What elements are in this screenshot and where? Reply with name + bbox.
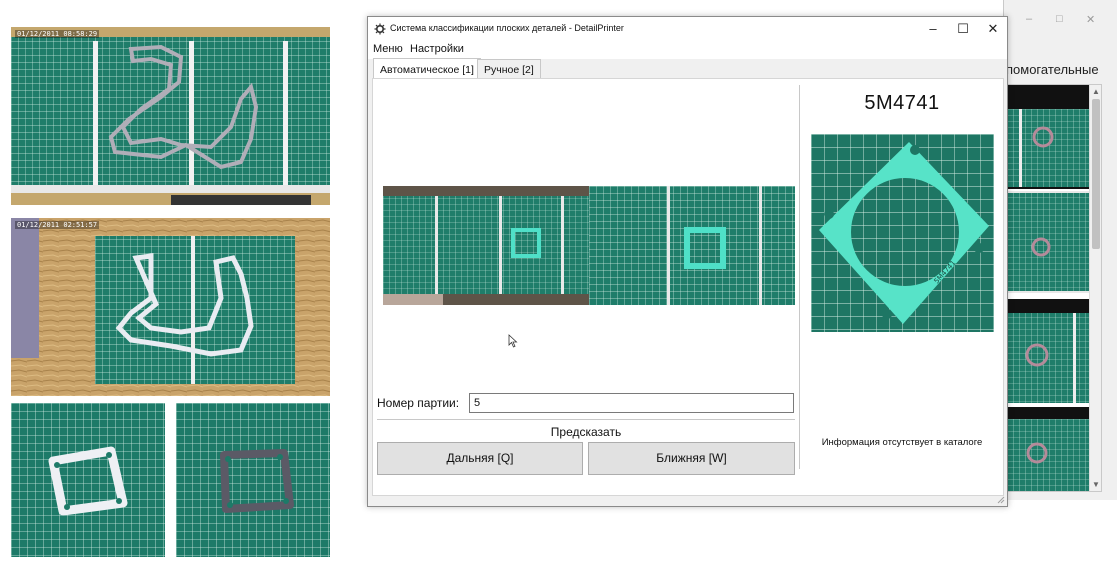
photo-gasket-large-wood: 01/12/2011 02:51:57 xyxy=(11,218,330,396)
bg-scrollbar[interactable]: ▲ ▼ xyxy=(1089,85,1101,491)
status-bar xyxy=(368,496,1007,506)
menu-item-menu[interactable]: Меню xyxy=(373,43,403,55)
bg-close-button[interactable]: ✕ xyxy=(1086,13,1095,26)
bg-thumbnail-list[interactable]: ▲ ▼ xyxy=(1006,84,1102,492)
result-panel: 5M4741 5M4741 Информация отсутствует в к… xyxy=(801,79,1003,495)
divider xyxy=(377,419,795,420)
resize-grip-icon[interactable] xyxy=(995,494,1005,504)
photo-timestamp: 01/12/2011 02:51:57 xyxy=(15,221,100,229)
photo-gasket-small-dark xyxy=(176,403,330,557)
tab-content-automatic: Номер партии: Предсказать Дальняя [Q] Бл… xyxy=(372,78,1004,496)
scroll-up-icon[interactable]: ▲ xyxy=(1092,87,1100,96)
thumbnail-item[interactable] xyxy=(1007,407,1091,491)
window-title: Система классификации плоских деталей - … xyxy=(390,23,624,33)
tab-manual[interactable]: Ручное [2] xyxy=(477,59,541,79)
bg-minimize-button[interactable]: – xyxy=(1026,13,1032,25)
near-camera-button[interactable]: Ближняя [W] xyxy=(588,442,795,475)
title-bar[interactable]: Система классификации плоских деталей - … xyxy=(368,17,1007,41)
tab-automatic[interactable]: Автоматическое [1] xyxy=(373,58,481,79)
batch-number-input[interactable] xyxy=(469,393,794,413)
scrollbar-thumb[interactable] xyxy=(1092,99,1100,249)
predicted-part-code: 5M4741 xyxy=(864,92,940,114)
thumbnail-item[interactable] xyxy=(1007,299,1091,403)
photo-timestamp: 01/12/2011 08:58:29 xyxy=(15,30,100,38)
predict-label: Предсказать xyxy=(550,425,622,439)
minimize-button[interactable]: – xyxy=(918,17,948,41)
batch-number-label: Номер партии: xyxy=(377,396,460,410)
menu-bar: Меню Настройки xyxy=(368,41,1007,59)
camera-preview-wide xyxy=(383,186,589,305)
capture-panel: Номер партии: Предсказать Дальняя [Q] Бл… xyxy=(373,79,799,495)
catalog-info-text: Информация отсутствует в каталоге xyxy=(821,437,983,448)
scroll-down-icon[interactable]: ▼ xyxy=(1092,480,1100,489)
main-window: Система классификации плоских деталей - … xyxy=(367,16,1008,507)
camera-preview-zoomed xyxy=(589,186,795,305)
photo-gasket-small-white xyxy=(11,403,165,557)
close-button[interactable]: ✕ xyxy=(978,17,1008,41)
gear-icon xyxy=(374,23,386,35)
predicted-part-image: 5M4741 xyxy=(811,134,994,332)
maximize-button[interactable]: ☐ xyxy=(948,17,978,41)
panel-divider xyxy=(799,85,800,469)
thumbnail-item[interactable] xyxy=(1007,191,1091,293)
mouse-cursor-icon xyxy=(508,334,518,348)
thumbnail-item[interactable] xyxy=(1007,85,1091,189)
far-camera-button[interactable]: Дальняя [Q] xyxy=(377,442,583,475)
photo-gasket-large-green-mat: 01/12/2011 08:58:29 xyxy=(11,27,330,205)
bg-tab-label[interactable]: помогательные xyxy=(1006,62,1099,77)
bg-maximize-button[interactable]: □ xyxy=(1056,13,1063,25)
menu-item-settings[interactable]: Настройки xyxy=(410,43,464,55)
